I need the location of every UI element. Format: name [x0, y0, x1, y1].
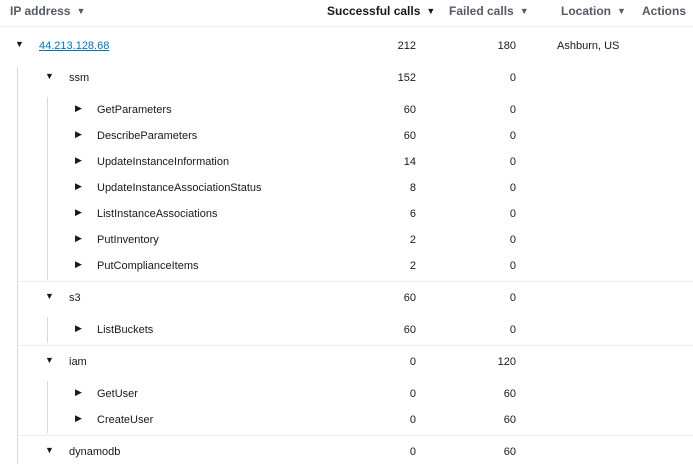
failed-calls-value: 60 — [503, 414, 516, 426]
table-row: ▶ ListBuckets 60 0 — [0, 317, 693, 343]
table-row: ▶ PutInventory 2 0 — [0, 227, 693, 253]
api-call-name: GetParameters — [97, 104, 172, 116]
table-row-group: ▼ dynamodb 0 60 — [0, 439, 693, 465]
api-call-name: ListInstanceAssociations — [97, 208, 218, 220]
failed-calls-value: 180 — [497, 40, 516, 52]
table-row-group: ▼ s3 60 0 — [0, 285, 693, 311]
failed-calls-value: 0 — [509, 104, 516, 116]
successful-calls-value: 0 — [409, 446, 416, 458]
table-row: ▶ UpdateInstanceAssociationStatus 8 0 — [0, 175, 693, 201]
successful-calls-value: 0 — [409, 356, 416, 368]
successful-calls-value: 60 — [403, 130, 416, 142]
api-call-name: GetUser — [97, 388, 138, 400]
failed-calls-value: 0 — [509, 72, 516, 84]
table-header: IP address ▼ Successful calls ▼ Failed c… — [0, 0, 693, 27]
table-row-group: ▼ ssm 152 0 — [0, 65, 693, 91]
table-row: ▶ ListInstanceAssociations 6 0 — [0, 201, 693, 227]
failed-calls-value: 0 — [509, 156, 516, 168]
service-name: s3 — [69, 292, 81, 304]
sort-caret-icon[interactable]: ▼ — [520, 6, 529, 16]
service-name: ssm — [69, 72, 90, 84]
collapse-triangle-icon[interactable]: ▼ — [45, 71, 54, 81]
column-header-failed-calls[interactable]: Failed calls ▼ — [449, 4, 529, 18]
table-row: ▶ GetParameters 60 0 — [0, 97, 693, 123]
expand-triangle-icon[interactable]: ▶ — [75, 207, 82, 218]
failed-calls-value: 0 — [509, 292, 516, 304]
expand-triangle-icon[interactable]: ▶ — [75, 129, 82, 140]
api-call-name: ListBuckets — [97, 324, 154, 336]
failed-calls-value: 0 — [509, 234, 516, 246]
table-row: ▶ UpdateInstanceInformation 14 0 — [0, 149, 693, 175]
expand-triangle-icon[interactable]: ▶ — [75, 323, 82, 334]
api-call-name: UpdateInstanceInformation — [97, 156, 230, 168]
expand-triangle-icon[interactable]: ▶ — [75, 233, 82, 244]
failed-calls-value: 0 — [509, 324, 516, 336]
failed-calls-value: 60 — [503, 388, 516, 400]
successful-calls-value: 60 — [403, 292, 416, 304]
expand-triangle-icon[interactable]: ▶ — [75, 259, 82, 270]
successful-calls-value: 60 — [403, 104, 416, 116]
api-call-name: PutComplianceItems — [97, 260, 199, 272]
sort-caret-icon[interactable]: ▼ — [76, 6, 85, 16]
successful-calls-value: 212 — [397, 40, 416, 52]
table-row: ▶ CreateUser 0 60 — [0, 407, 693, 433]
failed-calls-value: 0 — [509, 130, 516, 142]
successful-calls-value: 0 — [409, 414, 416, 426]
collapse-triangle-icon[interactable]: ▼ — [15, 39, 24, 49]
api-call-name: DescribeParameters — [97, 130, 198, 142]
expand-triangle-icon[interactable]: ▶ — [75, 413, 82, 424]
failed-calls-value: 0 — [509, 260, 516, 272]
successful-calls-value: 2 — [409, 260, 416, 272]
table-row-group: ▼ iam 0 120 — [0, 349, 693, 375]
column-header-location[interactable]: Location ▼ — [561, 4, 626, 18]
table-row: ▶ PutComplianceItems 2 0 — [0, 253, 693, 279]
expand-triangle-icon[interactable]: ▶ — [75, 155, 82, 166]
successful-calls-value: 14 — [403, 156, 416, 168]
collapse-triangle-icon[interactable]: ▼ — [45, 291, 54, 301]
table-row: ▶ DescribeParameters 60 0 — [0, 123, 693, 149]
sort-caret-icon[interactable]: ▼ — [617, 6, 626, 16]
table-row: ▶ GetUser 0 60 — [0, 381, 693, 407]
column-header-actions: Actions — [642, 4, 687, 18]
api-call-name: UpdateInstanceAssociationStatus — [97, 182, 262, 194]
expand-triangle-icon[interactable]: ▶ — [75, 387, 82, 398]
ip-address-link[interactable]: 44.213.128.68 — [39, 40, 109, 52]
group-separator — [18, 435, 693, 436]
location-value: Ashburn, US — [557, 40, 620, 52]
service-name: iam — [69, 356, 87, 368]
table-row-root: ▼ 44.213.128.68 212 180 Ashburn, US — [0, 33, 693, 59]
failed-calls-value: 120 — [497, 356, 516, 368]
successful-calls-value: 2 — [409, 234, 416, 246]
expand-triangle-icon[interactable]: ▶ — [75, 103, 82, 114]
column-header-ip-address[interactable]: IP address ▼ — [10, 4, 85, 18]
api-call-name: CreateUser — [97, 414, 154, 426]
failed-calls-value: 60 — [503, 446, 516, 458]
sort-active-caret-icon[interactable]: ▼ — [426, 6, 435, 16]
successful-calls-value: 8 — [409, 182, 416, 194]
failed-calls-value: 0 — [509, 208, 516, 220]
service-name: dynamodb — [69, 446, 121, 458]
collapse-triangle-icon[interactable]: ▼ — [45, 445, 54, 455]
group-separator — [18, 345, 693, 346]
collapse-triangle-icon[interactable]: ▼ — [45, 355, 54, 365]
successful-calls-value: 6 — [409, 208, 416, 220]
successful-calls-value: 0 — [409, 388, 416, 400]
column-header-successful-calls[interactable]: Successful calls ▼ — [327, 4, 435, 18]
successful-calls-value: 60 — [403, 324, 416, 336]
group-separator — [18, 281, 693, 282]
failed-calls-value: 0 — [509, 182, 516, 194]
successful-calls-value: 152 — [397, 72, 416, 84]
api-call-name: PutInventory — [97, 234, 159, 246]
expand-triangle-icon[interactable]: ▶ — [75, 181, 82, 192]
